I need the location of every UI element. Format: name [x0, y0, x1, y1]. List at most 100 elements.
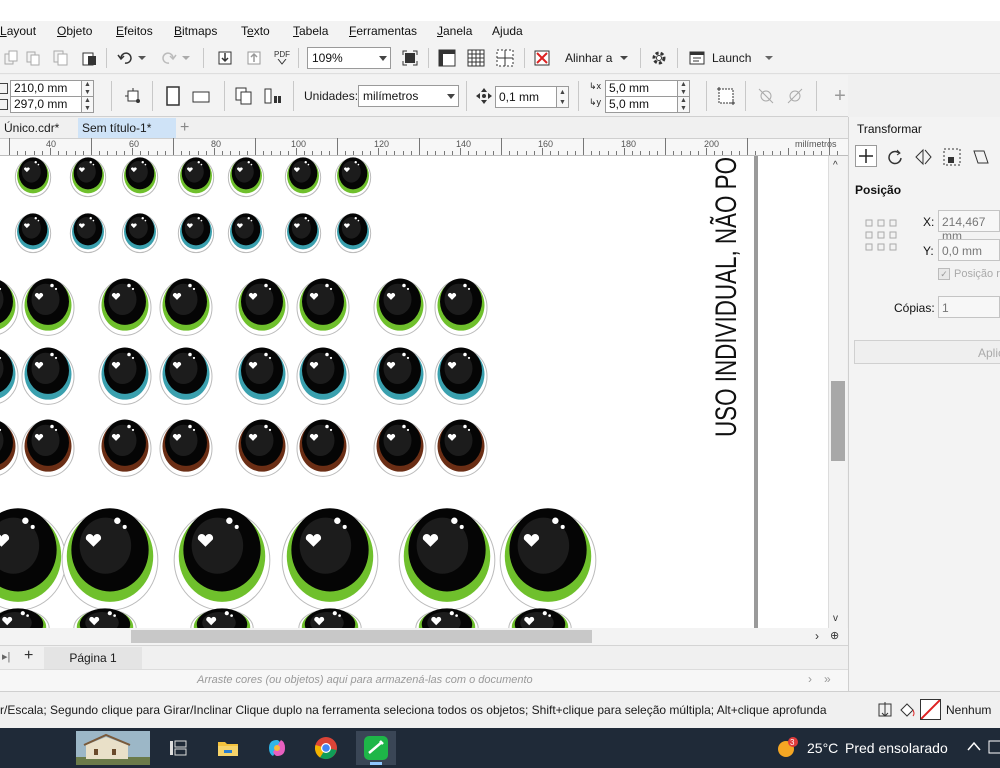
- eye-sticker[interactable]: [508, 608, 572, 628]
- menu-layout[interactable]: Layout: [0, 24, 36, 38]
- eye-sticker[interactable]: [190, 608, 254, 628]
- eye-sticker[interactable]: [434, 278, 488, 336]
- duplicate-y-stepper[interactable]: ▲ ▼: [678, 96, 690, 113]
- scroll-up-icon[interactable]: ^: [833, 160, 838, 171]
- align-to-button[interactable]: Alinhar a: [565, 51, 612, 65]
- eye-sticker[interactable]: [235, 419, 289, 477]
- menu-janela[interactable]: Janela: [437, 24, 472, 38]
- undo-dropdown-icon[interactable]: [135, 47, 149, 69]
- snap-nodes-icon[interactable]: [784, 85, 806, 107]
- position-y-field[interactable]: 0,0 mm: [938, 239, 1000, 261]
- nudge-stepper[interactable]: ▲ ▼: [557, 86, 569, 108]
- height-stepper[interactable]: ▲ ▼: [82, 96, 94, 113]
- launch-button[interactable]: Launch: [712, 51, 751, 65]
- zoom-fit-icon[interactable]: [399, 47, 421, 69]
- duplicate-x-stepper[interactable]: ▲ ▼: [678, 80, 690, 97]
- eye-sticker[interactable]: [373, 278, 427, 336]
- eye-sticker[interactable]: [98, 278, 152, 336]
- menu-bitmaps[interactable]: Bitmaps: [174, 24, 217, 38]
- vertical-scrollbar[interactable]: ^ v: [828, 156, 847, 628]
- drawing-canvas[interactable]: [0, 156, 828, 628]
- eye-sticker[interactable]: [0, 347, 19, 404]
- undo-icon[interactable]: [114, 47, 136, 69]
- eye-sticker[interactable]: [334, 213, 372, 254]
- eye-sticker[interactable]: [0, 278, 19, 335]
- widget-thumbnail[interactable]: [76, 731, 150, 765]
- eye-sticker[interactable]: [159, 419, 213, 477]
- eye-sticker[interactable]: [284, 157, 322, 198]
- units-select[interactable]: milímetros: [358, 85, 459, 107]
- add-page-button[interactable]: +: [24, 647, 33, 665]
- export-icon[interactable]: [243, 47, 265, 69]
- eye-sticker[interactable]: [98, 419, 152, 477]
- eye-sticker[interactable]: [14, 157, 52, 198]
- current-page-icon[interactable]: [262, 85, 284, 107]
- copy-alt-icon[interactable]: [22, 47, 44, 69]
- new-tab-button[interactable]: +: [177, 118, 197, 138]
- last-page-icon[interactable]: ▸|: [2, 650, 10, 663]
- tab-sem-titulo[interactable]: Sem título-1*: [78, 118, 176, 138]
- file-explorer-icon[interactable]: [216, 736, 240, 763]
- tab-unico[interactable]: Único.cdr*: [0, 118, 78, 138]
- height-field[interactable]: 297,0 mm: [10, 96, 82, 113]
- horizontal-scroll-thumb[interactable]: [131, 630, 592, 643]
- grid-icon[interactable]: [465, 47, 487, 69]
- menu-objeto[interactable]: Objeto: [57, 24, 92, 38]
- eye-sticker[interactable]: [298, 608, 362, 628]
- paste-icon[interactable]: [78, 47, 100, 69]
- eye-sticker[interactable]: [499, 508, 597, 611]
- page-size-icon[interactable]: [122, 85, 144, 107]
- vertical-scroll-thumb[interactable]: [831, 381, 845, 461]
- zoom-icon[interactable]: ⊕: [830, 629, 839, 642]
- eye-sticker[interactable]: [121, 157, 159, 198]
- document-palette[interactable]: Arraste cores (ou objetos) aqui para arm…: [0, 669, 848, 691]
- eye-sticker[interactable]: [21, 347, 75, 405]
- relative-position-checkbox[interactable]: ✓: [938, 268, 950, 280]
- weather-icon[interactable]: [776, 737, 800, 762]
- outline-pen-icon[interactable]: [876, 701, 894, 722]
- all-pages-icon[interactable]: [233, 85, 255, 107]
- eye-sticker[interactable]: [0, 608, 50, 628]
- menu-tabela[interactable]: Tabela: [293, 24, 328, 38]
- gear-icon[interactable]: [648, 47, 670, 69]
- launch-icon[interactable]: [686, 47, 708, 69]
- eye-sticker[interactable]: [296, 419, 350, 477]
- horizontal-scrollbar[interactable]: › ⊕: [0, 628, 848, 645]
- eye-sticker[interactable]: [21, 278, 75, 336]
- copy-icon[interactable]: [0, 47, 22, 69]
- no-fill-swatch[interactable]: [920, 699, 941, 720]
- scroll-right-icon[interactable]: ›: [815, 629, 819, 643]
- eye-sticker[interactable]: [69, 213, 107, 254]
- eye-sticker[interactable]: [159, 278, 213, 336]
- network-icon[interactable]: [988, 740, 1000, 759]
- eye-sticker[interactable]: [21, 419, 75, 477]
- nudge-field[interactable]: 0,1 mm: [495, 86, 557, 108]
- portrait-icon[interactable]: [162, 85, 184, 107]
- chevron-up-icon[interactable]: [966, 740, 982, 755]
- menu-efeitos[interactable]: Efeitos: [116, 24, 153, 38]
- duplicate-icon[interactable]: [50, 47, 72, 69]
- import-icon[interactable]: [214, 47, 236, 69]
- eye-sticker[interactable]: [373, 347, 427, 405]
- eye-sticker[interactable]: [177, 213, 215, 254]
- apply-button[interactable]: Aplicar: [854, 340, 1000, 364]
- menu-ferramentas[interactable]: Ferramentas: [349, 24, 417, 38]
- eye-sticker[interactable]: [415, 608, 479, 628]
- eye-sticker[interactable]: [296, 278, 350, 336]
- eye-sticker[interactable]: [177, 157, 215, 198]
- position-x-field[interactable]: 214,467 mm: [938, 210, 1000, 243]
- snap-off-icon[interactable]: [531, 47, 553, 69]
- redo-icon[interactable]: [158, 47, 180, 69]
- position-mode-button[interactable]: [855, 145, 877, 167]
- eye-sticker[interactable]: [73, 608, 137, 628]
- chrome-icon[interactable]: [314, 736, 338, 763]
- redo-dropdown-icon[interactable]: [179, 47, 193, 69]
- page-tab-1[interactable]: Página 1: [44, 647, 142, 669]
- size-mode-icon[interactable]: [942, 147, 962, 170]
- eye-sticker[interactable]: [296, 347, 350, 405]
- width-stepper[interactable]: ▲ ▼: [82, 80, 94, 97]
- zoom-select[interactable]: 109%: [307, 47, 391, 69]
- copies-field[interactable]: 1: [938, 296, 1000, 318]
- eye-sticker[interactable]: [235, 278, 289, 336]
- task-view-icon[interactable]: [168, 738, 188, 761]
